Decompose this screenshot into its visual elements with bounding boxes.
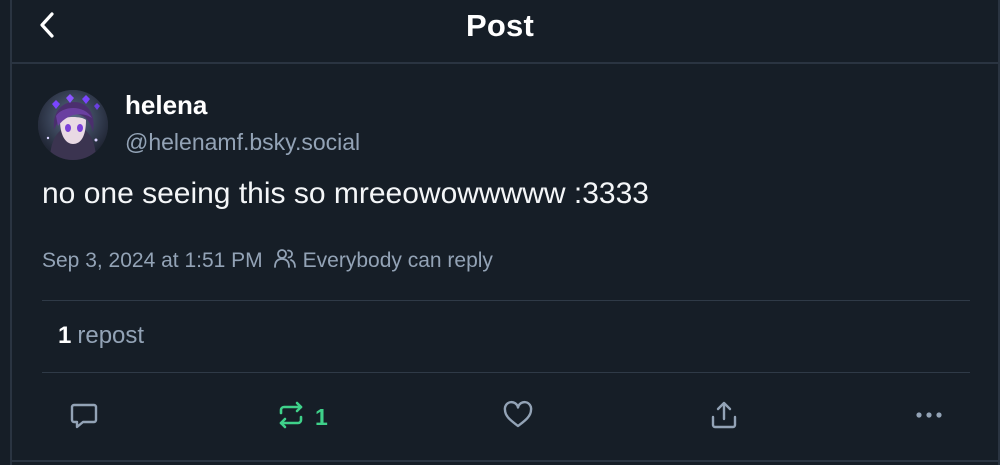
heart-icon bbox=[501, 399, 535, 436]
more-button[interactable] bbox=[912, 397, 946, 437]
post-screen: Post helena @helenamf.bsky.social no one… bbox=[0, 0, 1000, 465]
divider bbox=[42, 300, 970, 301]
ellipsis-icon bbox=[912, 399, 946, 436]
reposts-label: repost bbox=[77, 322, 145, 349]
post-text: no one seeing this so mreeowowwwww :3333 bbox=[42, 177, 649, 210]
author-display-name[interactable]: helena bbox=[125, 90, 207, 121]
reply-button[interactable] bbox=[68, 397, 100, 437]
header-divider bbox=[12, 62, 1000, 64]
reposts-stat[interactable]: 1 repost bbox=[58, 322, 144, 350]
avatar[interactable] bbox=[38, 90, 108, 160]
repost-action-count: 1 bbox=[315, 403, 328, 430]
reposts-count: 1 bbox=[58, 322, 72, 349]
like-button[interactable] bbox=[501, 397, 535, 437]
repost-icon bbox=[275, 399, 307, 436]
share-icon bbox=[708, 399, 740, 436]
repost-button[interactable]: 1 bbox=[275, 397, 328, 437]
post-meta: Sep 3, 2024 at 1:51 PM Everybody can rep… bbox=[42, 247, 493, 275]
reply-setting[interactable]: Everybody can reply bbox=[273, 247, 493, 275]
author-handle[interactable]: @helenamf.bsky.social bbox=[125, 129, 360, 156]
left-border bbox=[10, 0, 12, 465]
share-button[interactable] bbox=[708, 397, 740, 437]
post-timestamp[interactable]: Sep 3, 2024 at 1:51 PM bbox=[42, 249, 263, 273]
header: Post bbox=[0, 0, 1000, 62]
people-icon bbox=[273, 247, 303, 275]
bottom-divider bbox=[12, 460, 1000, 462]
comment-icon bbox=[68, 399, 100, 436]
page-title: Post bbox=[466, 8, 534, 43]
divider bbox=[42, 372, 970, 373]
reply-setting-label: Everybody can reply bbox=[302, 249, 493, 272]
